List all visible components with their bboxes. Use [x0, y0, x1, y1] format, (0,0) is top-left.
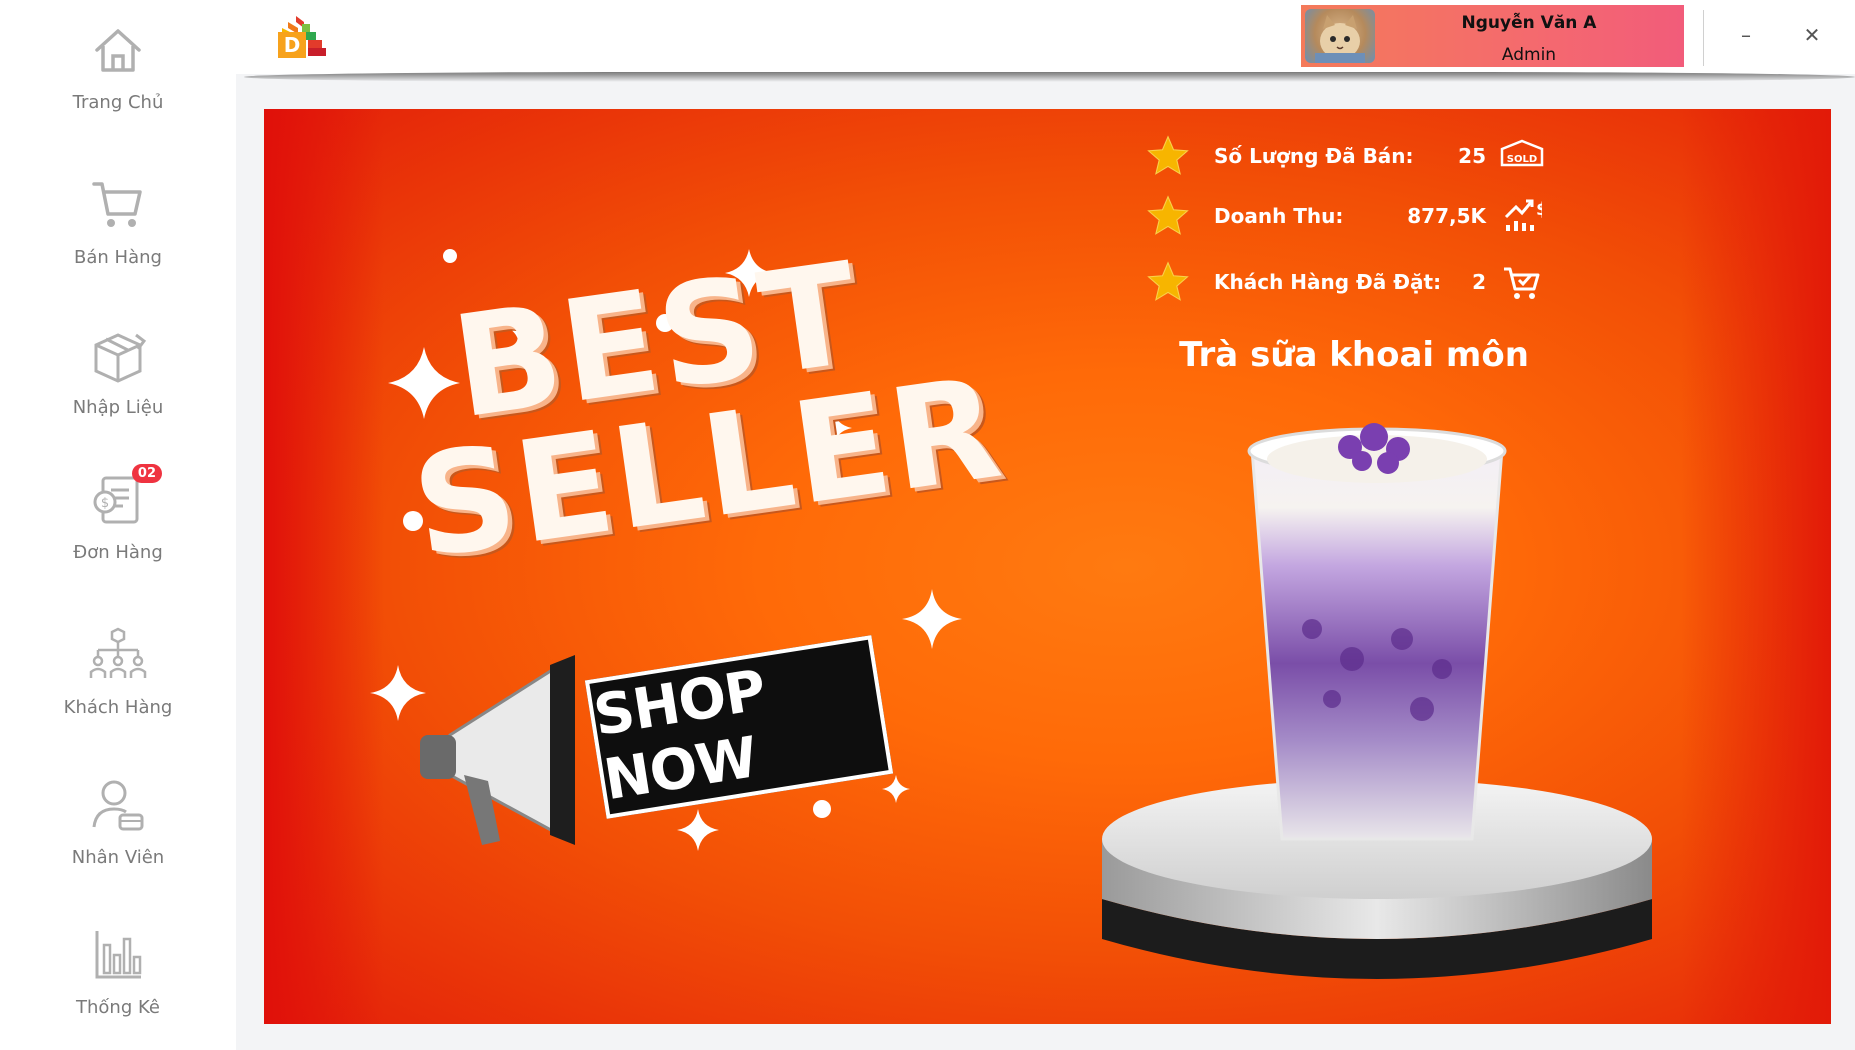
sidebar-item-data-entry[interactable]: Nhập Liệu	[0, 305, 236, 445]
sidebar-item-label: Nhân Viên	[71, 847, 165, 868]
header-separator	[1703, 10, 1704, 66]
stat-value: 25	[1458, 144, 1486, 168]
header-divider-shadow	[244, 72, 1855, 82]
app-logo: D	[274, 12, 330, 62]
stat-label: Doanh Thu:	[1214, 204, 1344, 228]
sidebar-item-home[interactable]: Trang Chủ	[0, 0, 236, 140]
product-drink-image	[1102, 423, 1652, 979]
svg-text:SOLD: SOLD	[1507, 154, 1537, 165]
orders-count-badge: 02	[131, 464, 162, 483]
sidebar-item-customers[interactable]: Khách Hàng	[0, 605, 236, 745]
home-icon	[88, 20, 148, 80]
sidebar-item-label: Bán Hàng	[74, 247, 162, 268]
svg-text:$: $	[1536, 199, 1542, 220]
box-icon	[88, 325, 148, 385]
sidebar-item-label: Nhập Liệu	[72, 397, 164, 418]
svg-text:$: $	[101, 496, 109, 511]
cart-check-icon	[1504, 267, 1540, 299]
customers-network-icon	[88, 625, 148, 685]
stat-row-customers: Khách Hàng Đã Đặt: 2	[1146, 259, 1540, 305]
logo-letter: D	[284, 33, 301, 57]
stat-label: Khách Hàng Đã Đặt:	[1214, 270, 1442, 294]
product-title: Trà sữa khoai môn	[1179, 335, 1529, 375]
sold-tag-icon: SOLD	[1500, 139, 1544, 167]
star-icon	[1147, 261, 1189, 301]
employee-icon	[88, 775, 148, 835]
revenue-growth-icon: $	[1504, 199, 1542, 231]
minimize-button[interactable]: –	[1731, 20, 1761, 50]
user-role: Admin	[1501, 45, 1557, 65]
invoice-icon: $ 02	[88, 464, 162, 530]
sidebar-item-sales[interactable]: Bán Hàng	[0, 155, 236, 295]
sidebar-item-label: Trang Chủ	[72, 92, 164, 113]
best-seller-banner: BEST SELLER SHOP NOW Số Lượng Đã Bán: 25…	[264, 109, 1831, 1024]
stat-value: 877,5K	[1407, 204, 1486, 228]
sidebar: Trang Chủ Bán Hàng Nhập Liệu $ 02 Đơn Hà…	[0, 0, 236, 1050]
user-name: Nguyễn Văn A	[1461, 13, 1597, 33]
sidebar-item-orders[interactable]: $ 02 Đơn Hàng	[0, 450, 236, 590]
star-icon	[1147, 195, 1189, 235]
stat-label: Số Lượng Đã Bán:	[1214, 144, 1414, 168]
bar-chart-icon	[88, 925, 148, 985]
close-button[interactable]: ✕	[1797, 20, 1827, 50]
user-profile-card[interactable]: Nguyễn Văn A Admin	[1301, 5, 1684, 67]
cart-icon	[88, 175, 148, 235]
sidebar-item-label: Khách Hàng	[63, 697, 173, 718]
stat-row-sold: Số Lượng Đã Bán: 25 SOLD	[1146, 133, 1544, 179]
stat-value: 2	[1472, 270, 1486, 294]
sidebar-item-employees[interactable]: Nhân Viên	[0, 755, 236, 895]
sidebar-item-statistics[interactable]: Thống Kê	[0, 905, 236, 1045]
megaphone-icon	[420, 655, 575, 845]
sidebar-item-label: Đơn Hàng	[73, 542, 163, 563]
sidebar-item-label: Thống Kê	[76, 997, 160, 1018]
stat-row-revenue: Doanh Thu: 877,5K $	[1146, 193, 1542, 239]
avatar	[1305, 9, 1375, 63]
star-icon	[1147, 135, 1189, 175]
